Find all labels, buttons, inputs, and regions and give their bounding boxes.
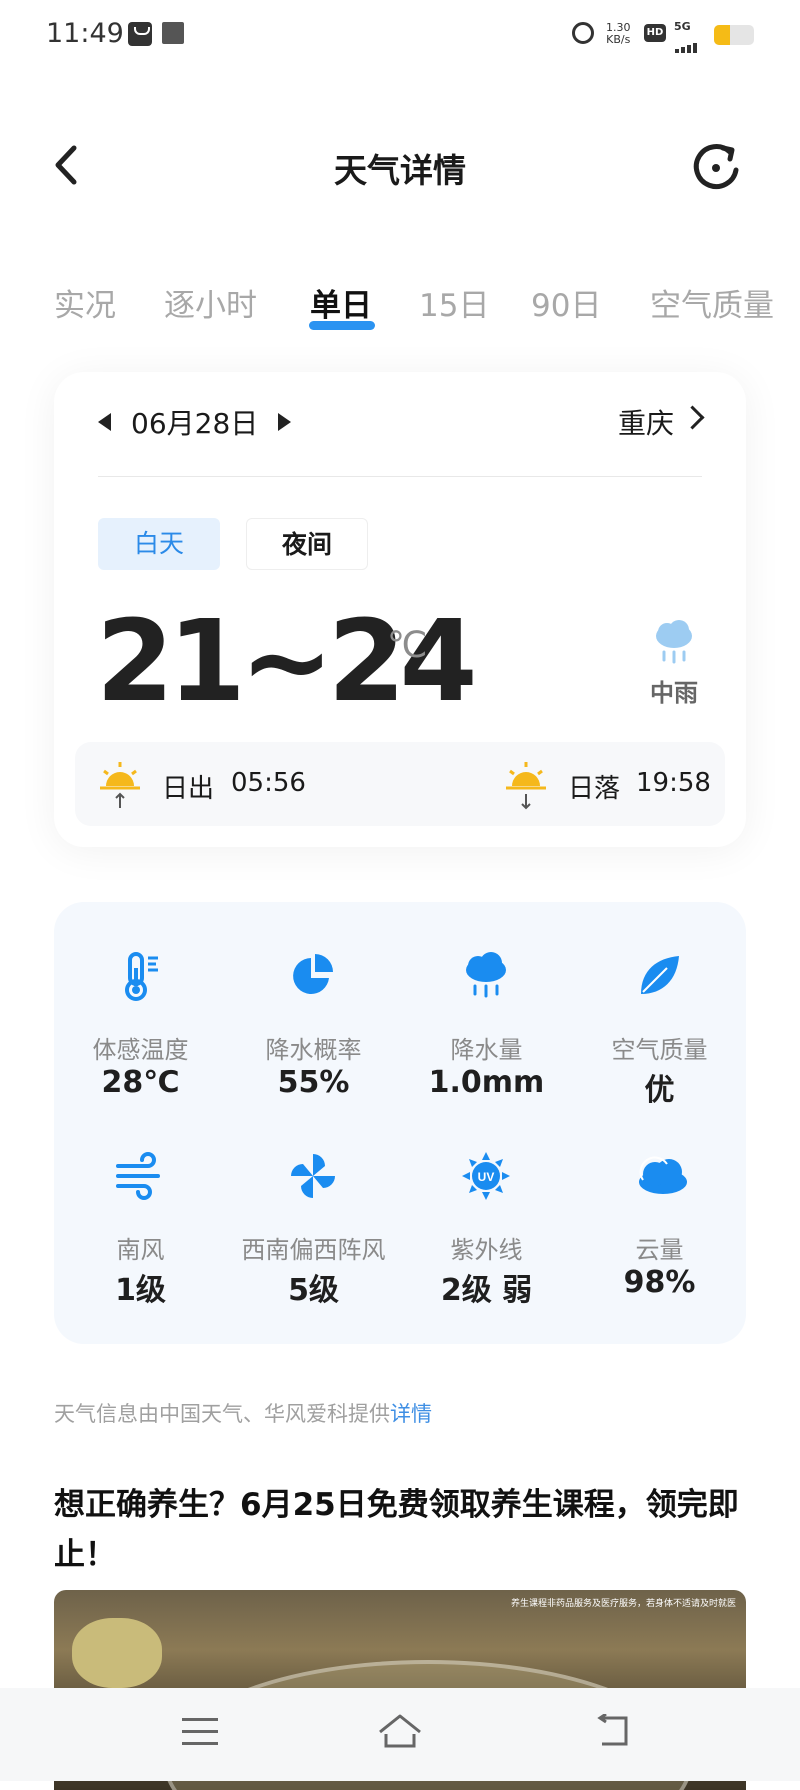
sunset-icon <box>504 758 548 810</box>
app-notification-icon <box>162 22 184 44</box>
hd-badge: HD <box>644 24 666 42</box>
network-type: 5G <box>674 20 691 33</box>
pinwheel-icon <box>287 1150 339 1202</box>
pear-image-detail <box>72 1618 162 1688</box>
leaf-icon <box>633 950 685 1002</box>
home-icon[interactable] <box>376 1712 424 1752</box>
moderate-rain-icon <box>652 620 696 666</box>
tab-air-quality[interactable]: 空气质量 <box>650 280 774 325</box>
divider <box>98 476 702 477</box>
sunset-time: 19:58 <box>636 768 711 798</box>
image-caption: 养生课程非药品服务及医疗服务，若身体不适请及时就医 <box>510 1599 736 1609</box>
alarm-icon <box>572 22 594 44</box>
provider-details-link[interactable]: 详情 <box>390 1402 432 1426</box>
detail-air-quality: 空气质量 优 <box>573 950 746 1110</box>
detail-value: 1级 <box>115 1273 166 1308</box>
refresh-icon <box>693 144 739 190</box>
detail-value: 2级 弱 <box>440 1273 533 1308</box>
detail-precipitation: 降水量 1.0mm <box>400 950 573 1110</box>
tab-90-day[interactable]: 90日 <box>531 280 601 325</box>
sunset-label: 日落 <box>568 774 621 804</box>
tab-15-day[interactable]: 15日 <box>419 280 489 325</box>
detail-gust: 西南偏西阵风 5级 <box>227 1150 400 1310</box>
previous-date-button[interactable] <box>98 413 111 431</box>
cloud-icon <box>633 1150 687 1202</box>
tab-live[interactable]: 实况 <box>54 280 116 325</box>
detail-label: 南风 <box>116 1236 165 1264</box>
detail-label: 云量 <box>635 1236 684 1264</box>
date-label: 06月28日 <box>131 407 259 440</box>
provider-note: 天气信息由中国天气、华风爱科提供详情 <box>54 1398 432 1428</box>
sunrise-label: 日出 <box>162 774 215 804</box>
tab-hourly[interactable]: 逐小时 <box>164 280 257 325</box>
pie-chart-icon <box>287 950 339 1002</box>
network-speed-unit: KB/s <box>606 33 631 46</box>
menu-icon[interactable] <box>182 1718 218 1746</box>
sunrise-icon <box>98 758 142 810</box>
detail-label: 降水概率 <box>265 1036 362 1064</box>
next-date-button[interactable] <box>278 413 291 431</box>
detail-wind-direction: 南风 1级 <box>54 1150 227 1310</box>
thermometer-icon <box>114 950 166 1002</box>
svg-text:UV: UV <box>478 1170 495 1184</box>
provider-text: 天气信息由中国天气、华风爱科提供 <box>54 1402 390 1426</box>
page-title: 天气详情 <box>334 151 466 190</box>
sunrise-time: 05:56 <box>231 768 306 798</box>
daytime-toggle[interactable]: 白天 <box>98 518 220 570</box>
uv-icon: UV <box>460 1150 512 1202</box>
back-icon[interactable] <box>592 1712 632 1750</box>
detail-value: 5级 <box>288 1273 339 1308</box>
city-selector[interactable]: 重庆 <box>618 402 674 442</box>
detail-value: 1.0mm <box>428 1065 545 1100</box>
message-notification-icon <box>128 22 152 46</box>
weather-condition: 中雨 <box>650 679 698 707</box>
refresh-button[interactable] <box>690 140 742 192</box>
article-title[interactable]: 想正确养生？6月25日免费领取养生课程，领完即止！ <box>54 1480 754 1580</box>
detail-label: 空气质量 <box>611 1036 708 1064</box>
wind-icon <box>114 1150 166 1202</box>
detail-label: 紫外线 <box>450 1236 523 1264</box>
network-speed: 1.30 KB/s <box>606 22 631 46</box>
status-time: 11:49 <box>46 18 124 49</box>
detail-value: 98% <box>623 1265 696 1300</box>
detail-label: 降水量 <box>450 1036 523 1064</box>
detail-value: 28℃ <box>101 1065 180 1100</box>
detail-feels-like: 体感温度 28℃ <box>54 950 227 1110</box>
detail-value: 55% <box>277 1065 350 1100</box>
rain-cloud-icon <box>460 950 512 1002</box>
tab-single-day[interactable]: 单日 <box>310 280 372 325</box>
detail-precip-probability: 降水概率 55% <box>227 950 400 1110</box>
signal-icon <box>675 34 709 53</box>
detail-label: 西南偏西阵风 <box>241 1236 386 1264</box>
detail-value: 优 <box>644 1073 675 1108</box>
detail-uv: UV 紫外线 2级 弱 <box>400 1150 573 1310</box>
detail-label: 体感温度 <box>92 1036 189 1064</box>
nighttime-toggle[interactable]: 夜间 <box>246 518 368 570</box>
battery-icon <box>714 25 754 45</box>
active-tab-indicator <box>309 321 375 330</box>
temperature-unit: ℃ <box>387 625 428 666</box>
detail-cloud-cover: 云量 98% <box>573 1150 746 1310</box>
